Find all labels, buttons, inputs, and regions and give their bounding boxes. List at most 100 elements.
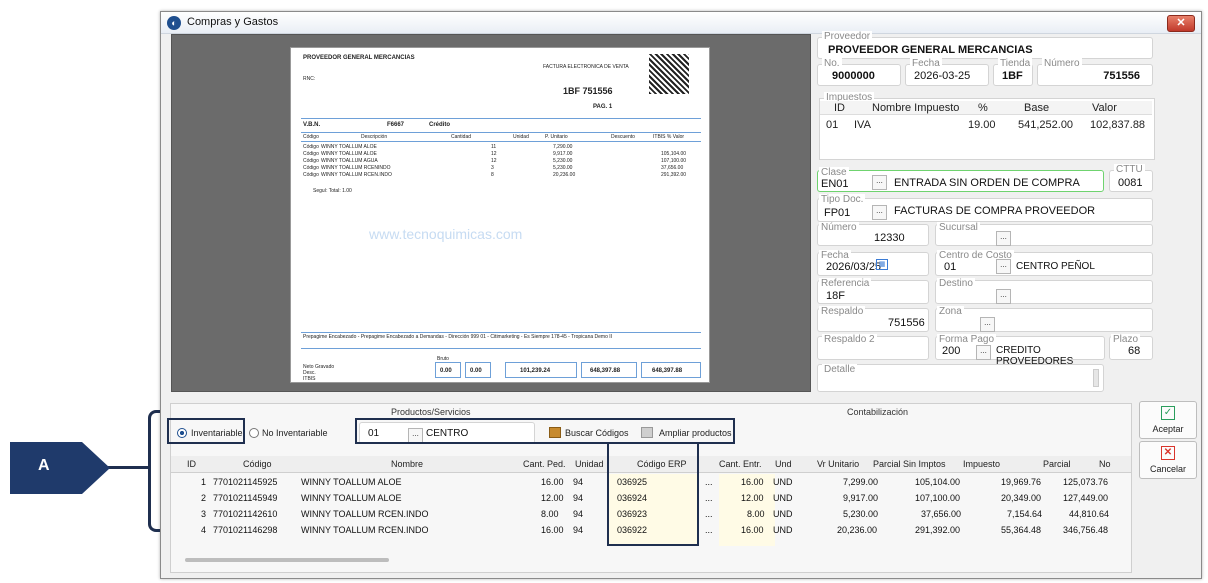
callout-arrow bbox=[10, 442, 110, 494]
doc-rnc: RNC: bbox=[303, 76, 316, 82]
tipo-doc-lookup-button[interactable]: ... bbox=[872, 205, 887, 220]
col-impuesto: Impuesto bbox=[963, 459, 1001, 469]
tipo-doc-field[interactable]: Tipo Doc. FP01 ... FACTURAS DE COMPRA PR… bbox=[817, 194, 1153, 222]
impuestos-row[interactable]: 01 IVA 19.00 541,252.00 102,837.88 bbox=[820, 117, 1152, 133]
respaldo-field[interactable]: Respaldo 751556 bbox=[817, 306, 929, 332]
detalle-scrollbar[interactable] bbox=[1093, 369, 1099, 387]
doc-line-price: 7,290.00 bbox=[553, 144, 573, 150]
proveedor-field[interactable]: Proveedor PROVEEDOR GENERAL MERCANCIAS bbox=[817, 31, 1153, 59]
doc-type: FACTURA ELECTRONICA DE VENTA bbox=[543, 64, 629, 70]
col-cant-ped: Cant. Ped. bbox=[523, 459, 566, 469]
close-button[interactable]: ✕ bbox=[1167, 15, 1195, 32]
cell-parcial-sin-imptos: 37,656.00 bbox=[921, 509, 962, 519]
no-inventariable-label: No Inventariable bbox=[262, 428, 328, 438]
cell-codigo: 7701021146298 bbox=[213, 525, 278, 535]
respaldo2-label: Respaldo 2 bbox=[822, 334, 877, 345]
cell-cant-entr[interactable]: 16.00 bbox=[741, 525, 764, 535]
cell-und[interactable]: UND bbox=[773, 477, 793, 487]
qr-code bbox=[649, 54, 689, 94]
cttu-field[interactable]: CTTU 0081 bbox=[1109, 164, 1153, 192]
doc-line-price: 9,917.00 bbox=[553, 151, 573, 157]
doc-line-total: 37,656.00 bbox=[661, 165, 684, 171]
window-title: Compras y Gastos bbox=[187, 16, 279, 28]
col-no: No bbox=[1099, 459, 1111, 469]
fecha-top-field[interactable]: Fecha 2026-03-25 bbox=[905, 58, 989, 86]
cell-cant-entr[interactable]: 12.00 bbox=[741, 493, 764, 503]
cttu-value: 0081 bbox=[1118, 177, 1143, 189]
doc-col-disc: Descuento bbox=[611, 134, 635, 140]
sucursal-label: Sucursal bbox=[937, 222, 980, 233]
doc-line-code: Código bbox=[303, 165, 319, 171]
detalle-field[interactable]: Detalle bbox=[817, 364, 1104, 392]
cell-erp-lookup-button[interactable]: ... bbox=[705, 525, 713, 535]
numero-label: Número bbox=[819, 222, 859, 233]
cell-cant-entr[interactable]: 16.00 bbox=[741, 477, 764, 487]
tienda-field[interactable]: Tienda 1BF bbox=[993, 58, 1033, 86]
col-nombre-impuesto: Nombre Impuesto bbox=[872, 102, 960, 114]
doc-col-code: Código bbox=[303, 134, 319, 140]
no-inventariable-radio[interactable] bbox=[249, 428, 259, 438]
aceptar-button[interactable]: ✓ Aceptar bbox=[1139, 401, 1197, 439]
doc-sub-value: 0.00 bbox=[470, 368, 482, 374]
doc-line-desc: WINNY TOALLUM AGUA bbox=[321, 158, 378, 164]
cell-codigo: 7701021145925 bbox=[213, 477, 278, 487]
cell-id: 2 bbox=[201, 493, 207, 503]
doc-line-desc: WINNY TOALLUM RCEN.INDO bbox=[321, 172, 392, 178]
impuesto-id: 01 bbox=[826, 119, 839, 131]
cell-vr-unitario: 9,917.00 bbox=[843, 493, 879, 503]
numero-top-field[interactable]: Número 751556 bbox=[1037, 58, 1153, 86]
document-viewer[interactable]: PROVEEDOR GENERAL MERCANCIAS FACTURA ELE… bbox=[171, 34, 811, 392]
sucursal-field[interactable]: Sucursal ... bbox=[935, 222, 1153, 246]
table-horizontal-scrollbar[interactable] bbox=[185, 558, 389, 562]
fecha-top-label: Fecha bbox=[910, 58, 942, 69]
cancelar-button[interactable]: ✕ Cancelar bbox=[1139, 441, 1197, 479]
doc-sub-box: 0.00 bbox=[465, 362, 491, 378]
callout-label-a: A bbox=[38, 457, 50, 474]
plazo-field[interactable]: Plazo 68 bbox=[1109, 334, 1153, 360]
zona-lookup-button[interactable]: ... bbox=[980, 317, 995, 332]
doc-line-desc: WINNY TOALLUM RCENINDO bbox=[321, 165, 391, 171]
cell-parcial-sin-imptos: 291,392.00 bbox=[915, 525, 961, 535]
no-field[interactable]: No. 9000000 bbox=[817, 58, 901, 86]
impuestos-grid[interactable]: Impuestos ID Nombre Impuesto % Base Valo… bbox=[819, 92, 1155, 160]
cell-unidad: 94 bbox=[573, 509, 584, 519]
doc-total-line: Seguí: Total: 1.00 bbox=[313, 188, 352, 194]
col-base: Base bbox=[1024, 102, 1050, 114]
cell-und[interactable]: UND bbox=[773, 509, 793, 519]
cell-parcial: 346,756.48 bbox=[1063, 525, 1109, 535]
cell-erp-lookup-button[interactable]: ... bbox=[705, 493, 713, 503]
zona-field[interactable]: Zona ... bbox=[935, 306, 1153, 332]
referencia-field[interactable]: Referencia 18F bbox=[817, 278, 929, 304]
col-vr-unitario: Vr Unitario bbox=[817, 459, 860, 469]
cell-cant-ped: 16.00 bbox=[541, 477, 564, 487]
check-icon: ✓ bbox=[1161, 406, 1175, 420]
cell-cant-entr[interactable]: 8.00 bbox=[747, 509, 765, 519]
centro-costo-lookup-button[interactable]: ... bbox=[996, 259, 1011, 274]
col-id: ID bbox=[187, 459, 196, 469]
fecha-field[interactable]: Fecha 2026/03/25 ▦ bbox=[817, 250, 929, 276]
clase-field[interactable]: Clase EN01 ... ENTRADA SIN ORDEN DE COMP… bbox=[817, 167, 1104, 192]
forma-pago-lookup-button[interactable]: ... bbox=[976, 345, 991, 360]
destino-lookup-button[interactable]: ... bbox=[996, 289, 1011, 304]
annotation-bracket bbox=[148, 410, 160, 532]
destino-field[interactable]: Destino ... bbox=[935, 278, 1153, 304]
centro-costo-field[interactable]: Centro de Costo 01 ... CENTRO PEÑOL bbox=[935, 250, 1153, 276]
calendar-icon[interactable]: ▦ bbox=[876, 259, 888, 270]
clase-label: Clase bbox=[819, 167, 849, 178]
doc-total-box: 101,239.24 bbox=[505, 362, 577, 378]
numero-field[interactable]: Número 12330 bbox=[817, 222, 929, 246]
fecha-top-value: 2026-03-25 bbox=[914, 70, 971, 82]
cell-und[interactable]: UND bbox=[773, 493, 793, 503]
numero-top-value: 751556 bbox=[1103, 70, 1140, 82]
referencia-label: Referencia bbox=[819, 278, 872, 289]
clase-lookup-button[interactable]: ... bbox=[872, 175, 887, 190]
sucursal-lookup-button[interactable]: ... bbox=[996, 231, 1011, 246]
forma-pago-field[interactable]: Forma Pago 200 ... CREDITO PROVEEDORES bbox=[935, 334, 1105, 367]
cell-erp-lookup-button[interactable]: ... bbox=[705, 509, 713, 519]
cell-und[interactable]: UND bbox=[773, 525, 793, 535]
col-und: Und bbox=[775, 459, 792, 469]
respaldo2-field[interactable]: Respaldo 2 bbox=[817, 334, 929, 360]
contabilizacion-section-title: Contabilización bbox=[847, 407, 909, 417]
cell-erp-lookup-button[interactable]: ... bbox=[705, 477, 713, 487]
cell-vr-unitario: 5,230.00 bbox=[843, 509, 879, 519]
